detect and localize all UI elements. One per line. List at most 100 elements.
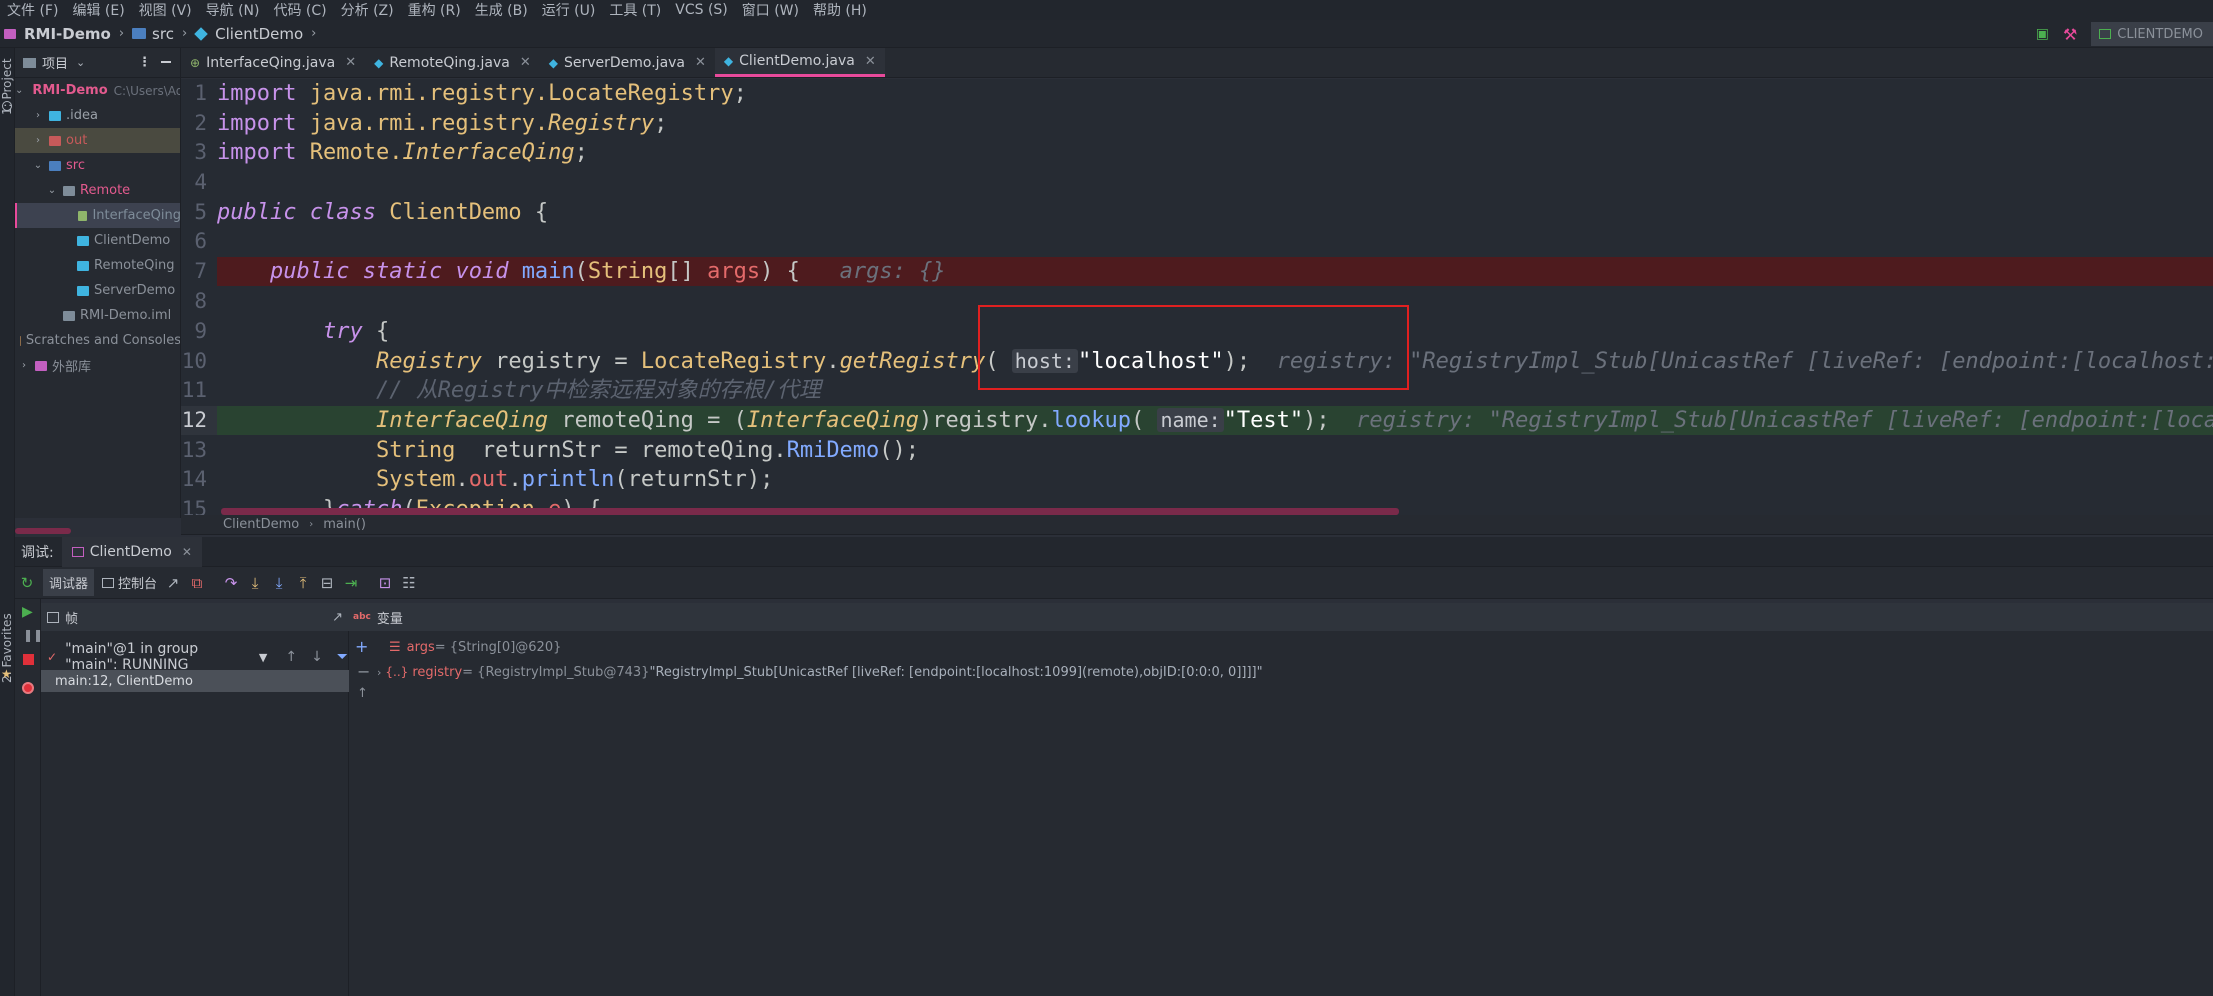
trace-icon[interactable]: ☷: [397, 571, 421, 595]
tree-item-scratches[interactable]: Scratches and Consoles: [15, 328, 180, 353]
line-number[interactable]: 12: [181, 408, 207, 432]
run-to-cursor-icon[interactable]: ⇥: [339, 571, 363, 595]
close-icon[interactable]: ✕: [345, 55, 356, 70]
menu-tools[interactable]: 工具 (T): [602, 0, 668, 20]
menu-code[interactable]: 代码 (C): [266, 0, 333, 20]
step-into-icon[interactable]: ⤓: [243, 571, 267, 595]
view-breakpoints-icon[interactable]: [22, 682, 34, 694]
tab-remoteqing[interactable]: ◆ RemoteQing.java ✕: [365, 48, 540, 77]
step-over-icon[interactable]: ↷: [219, 571, 243, 595]
breadcrumb-method[interactable]: main(): [323, 517, 366, 532]
editor-horizontal-scrollbar[interactable]: [221, 508, 1399, 515]
menu-analyze[interactable]: 分析 (Z): [334, 0, 401, 20]
build-hammer-icon[interactable]: ⚒: [2063, 25, 2077, 44]
arrow-down-icon[interactable]: ↓: [311, 649, 323, 665]
chevron-right-icon[interactable]: ›: [17, 360, 31, 371]
line-number[interactable]: 3: [181, 140, 207, 164]
line-number[interactable]: 6: [181, 229, 207, 253]
line-number[interactable]: 11: [181, 378, 207, 402]
chevron-right-icon[interactable]: ›: [31, 135, 45, 146]
line-gutter[interactable]: 1 2 3 4 5 6 7 8 9 10 11 12 13 14 15: [181, 79, 221, 515]
tree-item-idea[interactable]: › .idea: [15, 103, 180, 128]
minimize-icon[interactable]: [161, 61, 171, 63]
tree-item-out[interactable]: › out: [15, 128, 180, 153]
tab-interfaceqing[interactable]: ⊕ InterfaceQing.java ✕: [181, 48, 365, 77]
line-number[interactable]: 4: [181, 170, 207, 194]
project-panel-title[interactable]: 项目: [42, 53, 68, 72]
menu-refactor[interactable]: 重构 (R): [401, 0, 468, 20]
line-number[interactable]: 7: [181, 259, 207, 283]
remove-watch-icon[interactable]: −: [357, 662, 370, 681]
variable-row[interactable]: ☰ args = {String[0]@620}: [389, 635, 561, 659]
tab-debugger[interactable]: 调试器: [43, 569, 95, 596]
arrow-up-icon[interactable]: ↑: [285, 649, 297, 665]
line-number[interactable]: 5: [181, 200, 207, 224]
drop-frame-icon[interactable]: ⊟: [315, 571, 339, 595]
debug-session-tab[interactable]: ClientDemo ✕: [61, 536, 202, 567]
chevron-down-icon[interactable]: ⌄: [15, 85, 23, 96]
rerun-icon[interactable]: ↻: [15, 571, 39, 595]
move-up-icon[interactable]: ↑: [357, 686, 368, 701]
open-external-icon[interactable]: ↗: [161, 571, 185, 595]
tree-item-remote[interactable]: ⌄ Remote: [15, 178, 180, 203]
nav-crumb-file[interactable]: ClientDemo: [194, 25, 303, 43]
variable-row[interactable]: › {..} registry = {RegistryImpl_Stub@743…: [377, 660, 1263, 684]
chevron-down-icon[interactable]: ⌄: [76, 56, 85, 69]
breadcrumb-class[interactable]: ClientDemo: [223, 517, 299, 532]
menu-navigate[interactable]: 导航 (N): [199, 0, 267, 20]
code-editor[interactable]: 1 2 3 4 5 6 7 8 9 10 11 12 13 14 15 import java.rmi.re…: [181, 79, 2213, 515]
chevron-down-icon[interactable]: ⌄: [45, 185, 59, 196]
chevron-right-icon[interactable]: ›: [31, 110, 45, 121]
stop-icon[interactable]: [23, 654, 34, 665]
evaluate-expression-icon[interactable]: ⊡: [373, 571, 397, 595]
more-options-icon[interactable]: ⋮: [138, 55, 151, 70]
nav-crumb-project[interactable]: RMI-Demo: [0, 25, 111, 43]
menu-view[interactable]: 视图 (V): [132, 0, 199, 20]
tree-item-serverdemo[interactable]: ServerDemo: [15, 278, 180, 303]
thread-selector[interactable]: ✓ "main"@1 in group "main": RUNNING ▼ ↑ …: [47, 641, 348, 673]
tree-item-iml[interactable]: RMI-Demo.iml: [15, 303, 180, 328]
run-config-selector[interactable]: CLIENTDEMO: [2091, 22, 2213, 46]
project-horizontal-scrollbar[interactable]: [15, 528, 71, 534]
tab-serverdemo[interactable]: ◆ ServerDemo.java ✕: [540, 48, 715, 77]
restore-layout-icon[interactable]: ⧉: [185, 571, 209, 595]
add-watch-icon[interactable]: +: [355, 637, 368, 656]
menu-file[interactable]: 文件 (F): [0, 0, 65, 20]
menu-edit[interactable]: 编辑 (E): [65, 0, 131, 20]
line-number[interactable]: 1: [181, 81, 207, 105]
filter-icon[interactable]: ⏷: [337, 649, 348, 665]
line-number[interactable]: 13: [181, 438, 207, 462]
open-external-icon[interactable]: ↗: [332, 610, 343, 625]
step-out-icon[interactable]: ⤒: [291, 571, 315, 595]
menu-run[interactable]: 运行 (U): [535, 0, 603, 20]
tree-item-external-libs[interactable]: › 外部库: [15, 353, 180, 378]
tree-item-rmi-demo[interactable]: ⌄ RMI-Demo C:\Users\Admin: [15, 78, 180, 103]
line-number[interactable]: 10: [181, 349, 207, 373]
tree-item-remoteqing[interactable]: RemoteQing: [15, 253, 180, 278]
line-number[interactable]: 2: [181, 111, 207, 135]
tab-console[interactable]: 控制台: [114, 573, 161, 592]
force-step-into-icon[interactable]: ⤓: [267, 571, 291, 595]
close-icon[interactable]: ✕: [865, 54, 876, 69]
line-number[interactable]: 9: [181, 319, 207, 343]
menu-help[interactable]: 帮助 (H): [806, 0, 874, 20]
nav-crumb-src[interactable]: src: [132, 25, 174, 43]
resume-icon[interactable]: ▶: [22, 604, 33, 620]
close-icon[interactable]: ✕: [520, 55, 531, 70]
line-number[interactable]: 14: [181, 467, 207, 491]
tree-item-clientdemo[interactable]: ClientDemo: [15, 228, 180, 253]
menu-window[interactable]: 窗口 (W): [735, 0, 806, 20]
tree-item-interfaceqing[interactable]: InterfaceQing: [15, 203, 180, 228]
tab-clientdemo[interactable]: ◆ ClientDemo.java ✕: [714, 48, 885, 77]
menu-vcs[interactable]: VCS (S): [668, 2, 735, 18]
stack-frame[interactable]: main:12, ClientDemo: [41, 670, 349, 692]
chevron-right-icon[interactable]: ›: [377, 666, 381, 679]
tree-item-src[interactable]: ⌄ src: [15, 153, 180, 178]
chevron-down-icon[interactable]: ⌄: [31, 160, 45, 171]
close-icon[interactable]: ✕: [182, 545, 192, 559]
line-number[interactable]: 15: [181, 497, 207, 515]
close-icon[interactable]: ✕: [695, 55, 706, 70]
terminal-icon[interactable]: ▣: [2036, 26, 2049, 42]
line-number[interactable]: 8: [181, 289, 207, 313]
menu-build[interactable]: 生成 (B): [468, 0, 535, 20]
